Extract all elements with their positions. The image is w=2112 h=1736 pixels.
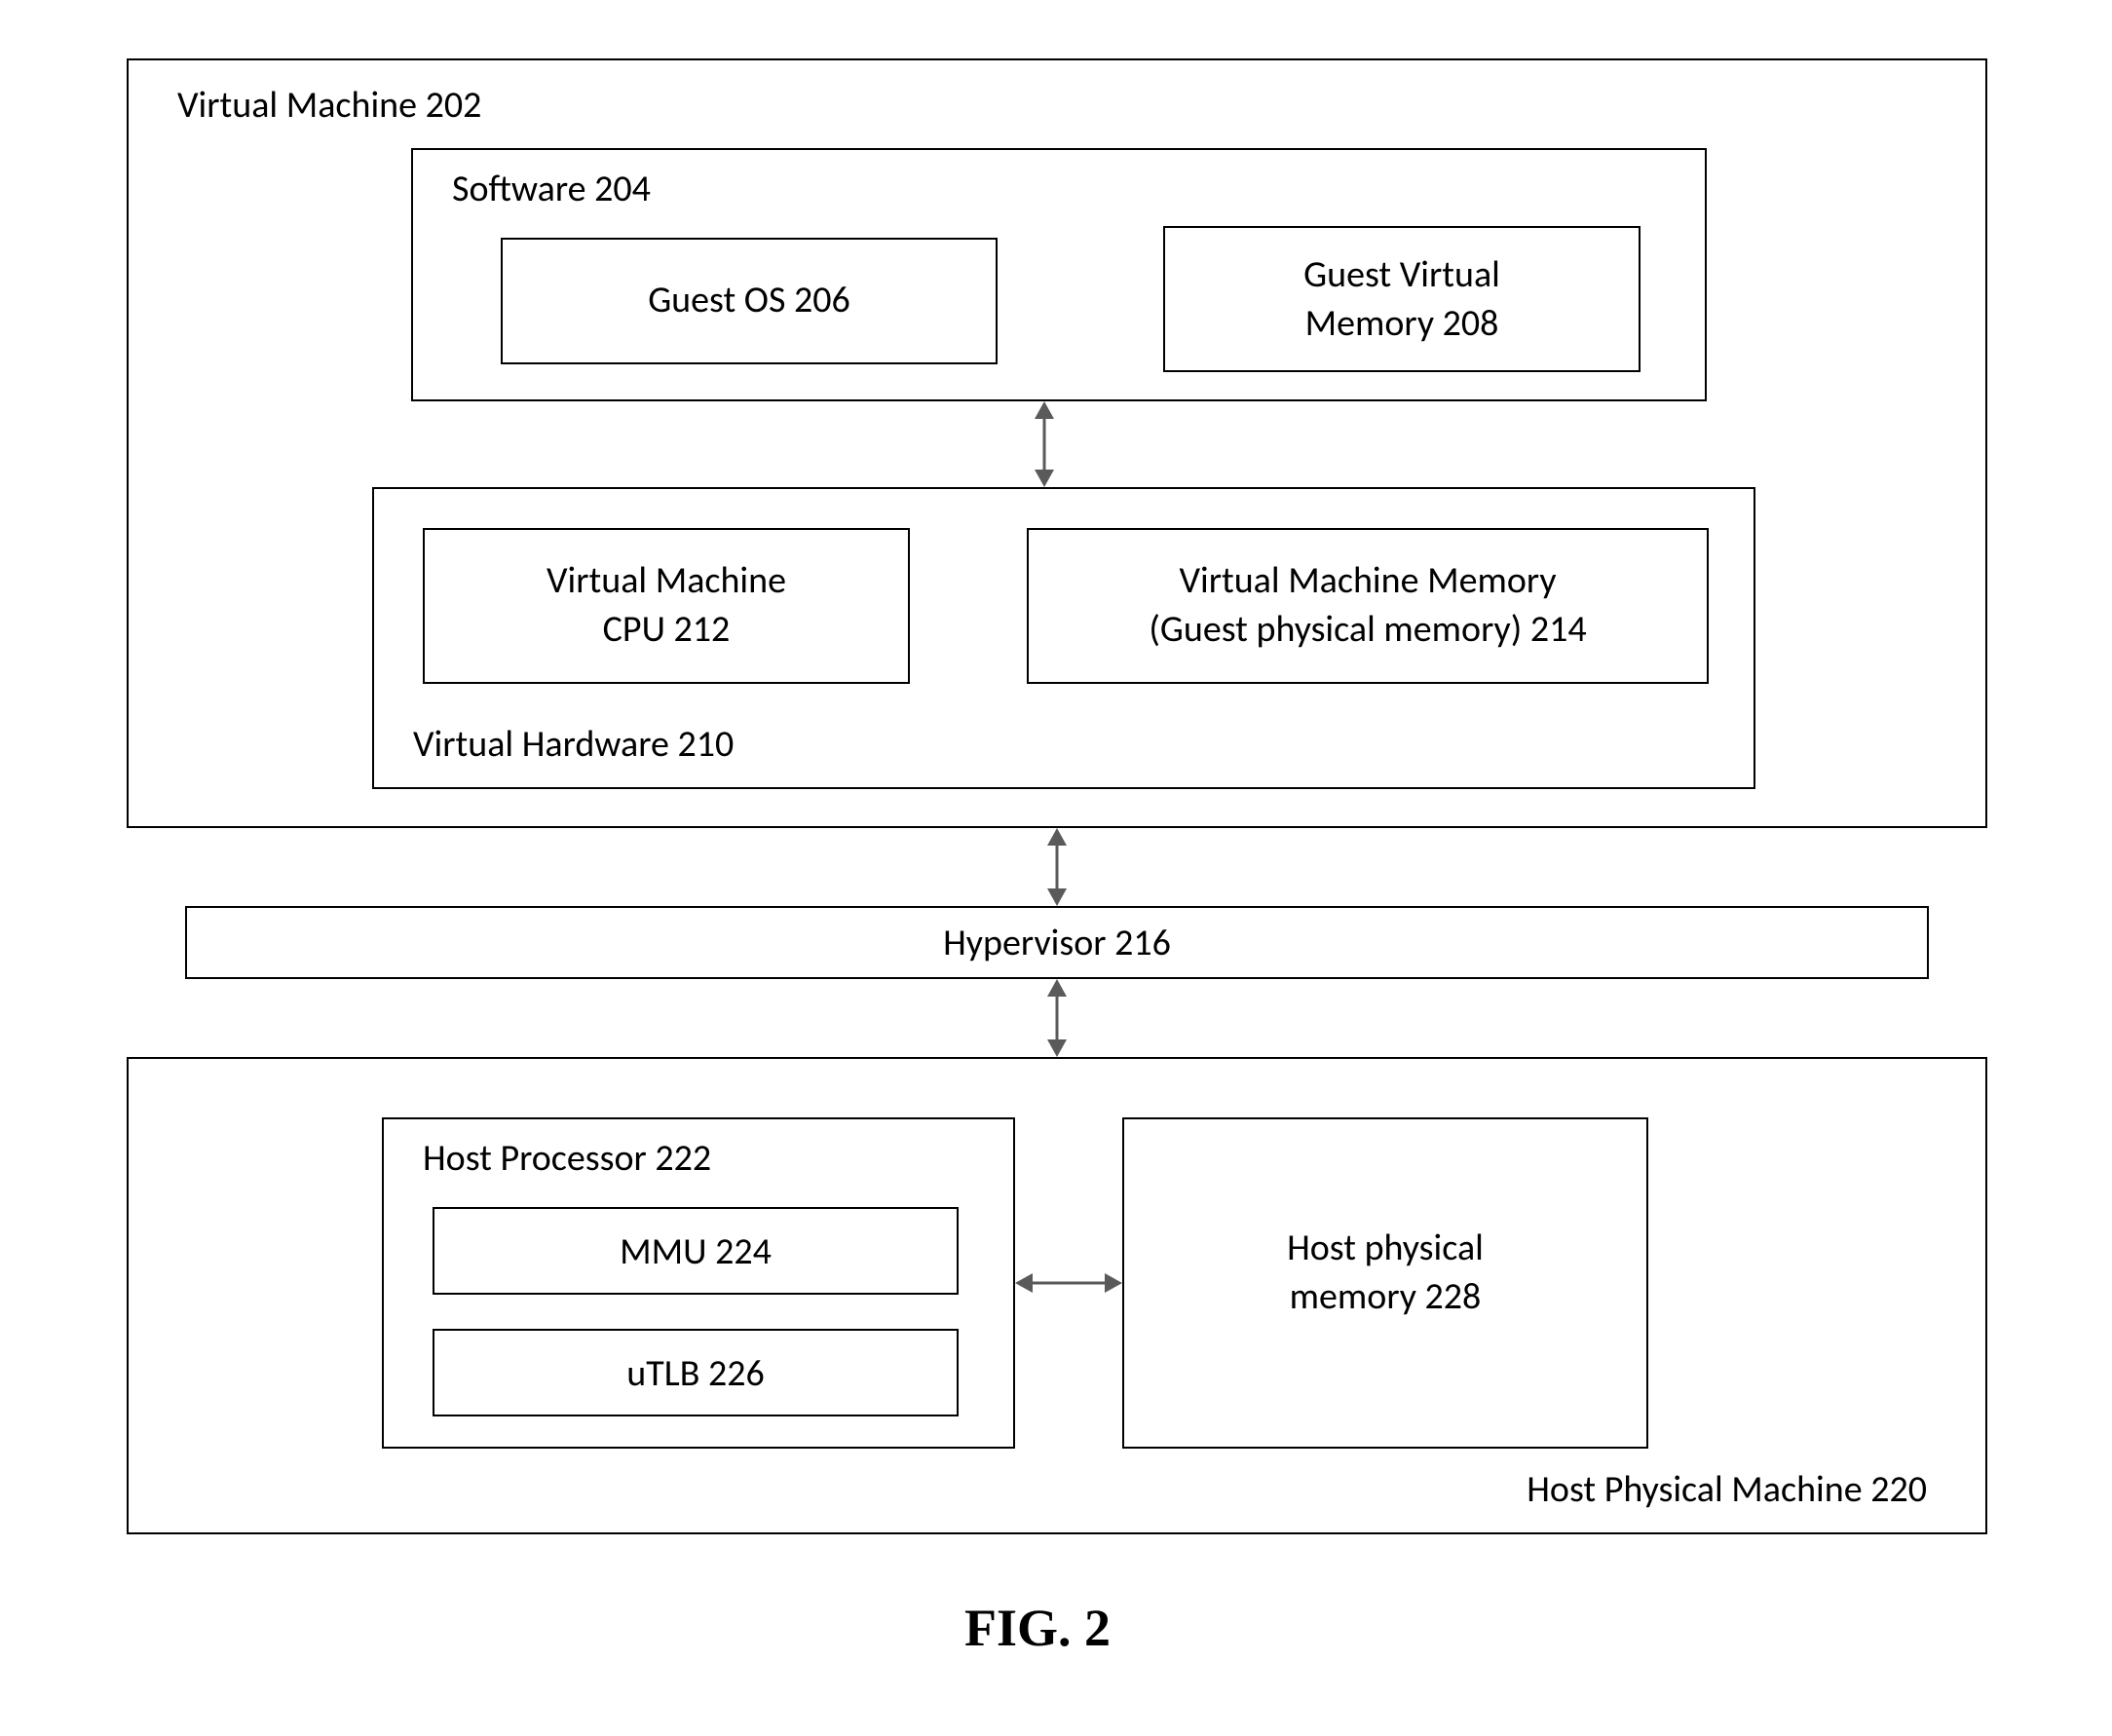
hypervisor-label: Hypervisor 216 xyxy=(187,922,1927,966)
diagram-page: Virtual Machine 202 Software 204 Guest O… xyxy=(0,0,2112,1736)
guest-virt-mem-l2: Memory 208 xyxy=(1165,302,1639,347)
mmu-box: MMU 224 xyxy=(433,1207,959,1295)
vm-mem-l1: Virtual Machine Memory xyxy=(1029,559,1707,604)
utlb-box: uTLB 226 xyxy=(433,1329,959,1416)
vm-mem-l2: (Guest physical memory) 214 xyxy=(1029,608,1707,653)
utlb-label: uTLB 226 xyxy=(434,1352,957,1397)
host-proc-title: Host Processor 222 xyxy=(423,1137,711,1182)
guest-virt-mem-l1: Guest Virtual xyxy=(1165,253,1639,298)
software-title: Software 204 xyxy=(452,168,651,212)
vm-cpu-l2: CPU 212 xyxy=(425,608,908,653)
arrow-software-to-vhw xyxy=(1025,401,1064,487)
host-mem-box: Host physical memory 228 xyxy=(1122,1117,1648,1449)
host-mem-l2: memory 228 xyxy=(1124,1275,1646,1320)
vm-cpu-box: Virtual Machine CPU 212 xyxy=(423,528,910,684)
arrow-vm-to-hypervisor xyxy=(1037,828,1076,906)
arrow-hyp-to-host xyxy=(1037,979,1076,1057)
vm-mem-box: Virtual Machine Memory (Guest physical m… xyxy=(1027,528,1709,684)
vm-box: Virtual Machine 202 Software 204 Guest O… xyxy=(127,58,1987,828)
arrow-proc-to-mem xyxy=(1015,1264,1122,1302)
vm-cpu-l1: Virtual Machine xyxy=(425,559,908,604)
virtual-hw-box: Virtual Hardware 210 Virtual Machine CPU… xyxy=(372,487,1755,789)
host-box: Host Physical Machine 220 Host Processor… xyxy=(127,1057,1987,1534)
vm-title: Virtual Machine 202 xyxy=(177,84,481,129)
figure-caption: FIG. 2 xyxy=(964,1598,1111,1658)
guest-virt-mem-box: Guest Virtual Memory 208 xyxy=(1163,226,1641,372)
hypervisor-box: Hypervisor 216 xyxy=(185,906,1929,979)
host-title: Host Physical Machine 220 xyxy=(1527,1468,1927,1513)
mmu-label: MMU 224 xyxy=(434,1230,957,1275)
software-box: Software 204 Guest OS 206 Guest Virtual … xyxy=(411,148,1707,401)
virtual-hw-title: Virtual Hardware 210 xyxy=(413,723,734,768)
guest-os-box: Guest OS 206 xyxy=(501,238,998,364)
host-mem-l1: Host physical xyxy=(1124,1227,1646,1271)
host-proc-box: Host Processor 222 MMU 224 uTLB 226 xyxy=(382,1117,1015,1449)
guest-os-label: Guest OS 206 xyxy=(503,279,996,323)
